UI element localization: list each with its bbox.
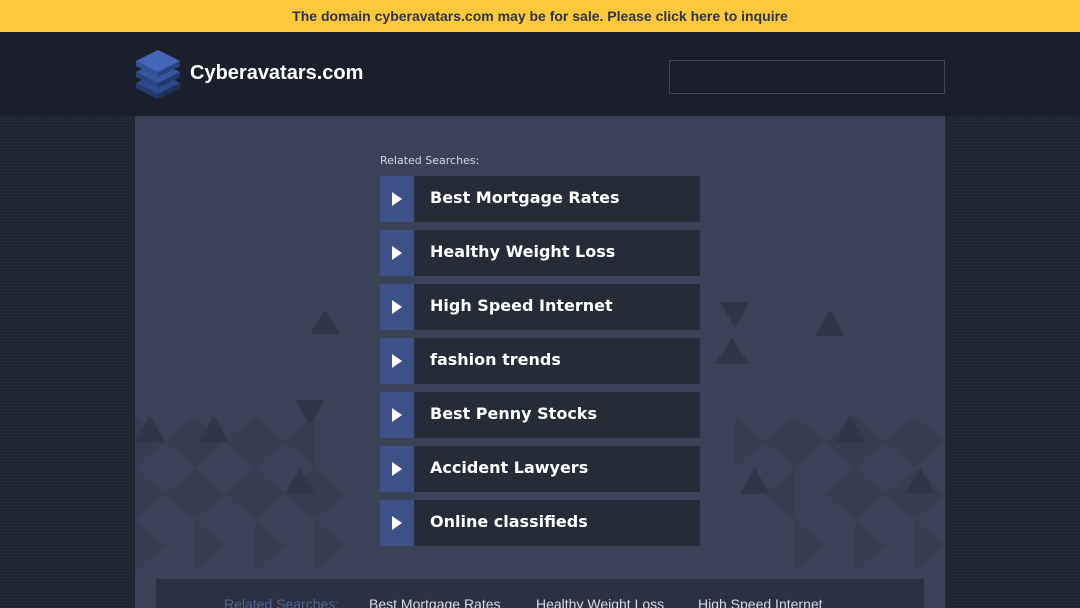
site-header: Cyberavatars.com bbox=[0, 32, 1080, 116]
related-link-label[interactable]: Accident Lawyers bbox=[414, 446, 700, 492]
related-link[interactable]: High Speed Internet bbox=[380, 284, 700, 330]
related-link[interactable]: fashion trends bbox=[380, 338, 700, 384]
related-link[interactable]: Healthy Weight Loss bbox=[380, 230, 700, 276]
banner-text[interactable]: The domain cyberavatars.com may be for s… bbox=[292, 8, 788, 24]
site-title[interactable]: Cyberavatars.com bbox=[190, 62, 363, 85]
play-arrow-icon[interactable] bbox=[380, 284, 414, 330]
footer-link[interactable]: High Speed Internet bbox=[698, 596, 823, 608]
related-link-label[interactable]: Online classifieds bbox=[414, 500, 700, 546]
related-link-label[interactable]: Best Mortgage Rates bbox=[414, 176, 700, 222]
play-arrow-icon[interactable] bbox=[380, 338, 414, 384]
play-arrow-icon[interactable] bbox=[380, 176, 414, 222]
related-link-label[interactable]: fashion trends bbox=[414, 338, 700, 384]
footer-link[interactable]: Best Mortgage Rates bbox=[369, 596, 501, 608]
related-link[interactable]: Best Mortgage Rates bbox=[380, 176, 700, 222]
related-searches-label: Related Searches: bbox=[380, 154, 480, 167]
related-link[interactable]: Best Penny Stocks bbox=[380, 392, 700, 438]
footer-link[interactable]: Healthy Weight Loss bbox=[536, 596, 664, 608]
content-panel: Related Searches: Best Mortgage Rates He… bbox=[135, 116, 945, 608]
related-link[interactable]: Accident Lawyers bbox=[380, 446, 700, 492]
related-link-label[interactable]: Healthy Weight Loss bbox=[414, 230, 700, 276]
related-link[interactable]: Online classifieds bbox=[380, 500, 700, 546]
related-link-label[interactable]: High Speed Internet bbox=[414, 284, 700, 330]
footer-related-label: Related Searches: bbox=[224, 596, 340, 608]
play-arrow-icon[interactable] bbox=[380, 392, 414, 438]
play-arrow-icon[interactable] bbox=[380, 500, 414, 546]
stacked-layers-icon bbox=[134, 48, 182, 102]
play-arrow-icon[interactable] bbox=[380, 230, 414, 276]
related-links-list: Best Mortgage Rates Healthy Weight Loss … bbox=[380, 176, 700, 554]
play-arrow-icon[interactable] bbox=[380, 446, 414, 492]
domain-sale-banner[interactable]: The domain cyberavatars.com may be for s… bbox=[0, 0, 1080, 32]
footer-related-searches: Related Searches: Best Mortgage Rates He… bbox=[156, 579, 924, 608]
related-link-label[interactable]: Best Penny Stocks bbox=[414, 392, 700, 438]
search-input[interactable] bbox=[669, 60, 945, 94]
